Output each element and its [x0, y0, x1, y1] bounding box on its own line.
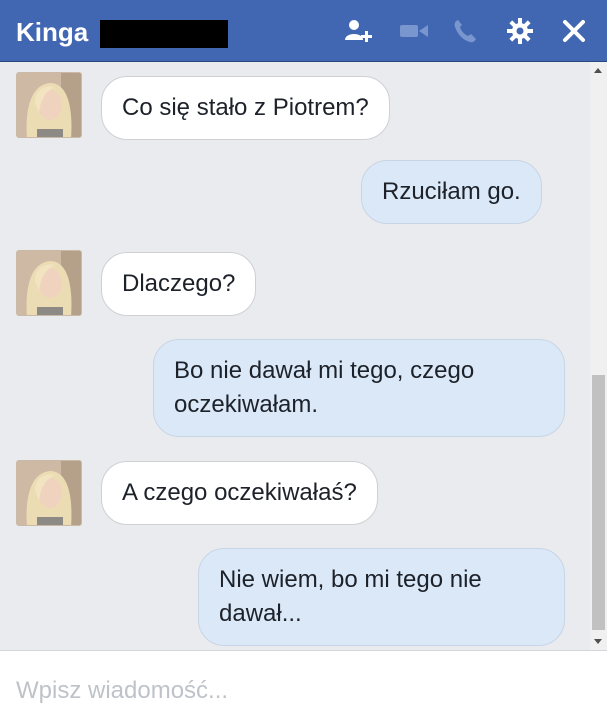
contact-avatar[interactable]: [16, 460, 82, 526]
message-thread[interactable]: Co się stało z Piotrem? Rzuciłam go. Dla…: [0, 62, 590, 650]
gear-icon[interactable]: [504, 16, 536, 46]
contact-name[interactable]: Kinga: [16, 17, 88, 47]
scroll-down-icon[interactable]: [594, 639, 602, 644]
video-call-icon[interactable]: [398, 16, 430, 46]
outgoing-message: Nie wiem, bo mi tego nie dawał...: [198, 548, 565, 646]
outgoing-message: Rzuciłam go.: [361, 160, 542, 224]
scroll-up-icon[interactable]: [594, 68, 602, 73]
contact-avatar[interactable]: [16, 72, 82, 138]
scroll-thumb[interactable]: [592, 375, 605, 630]
message-input[interactable]: [16, 673, 576, 709]
incoming-message: Co się stało z Piotrem?: [101, 76, 390, 140]
chat-header: Kinga: [0, 0, 607, 62]
close-icon[interactable]: [558, 16, 590, 46]
phone-icon[interactable]: [449, 16, 481, 46]
composer-bar: [0, 650, 607, 718]
outgoing-message: Bo nie dawał mi tego, czego oczekiwałam.: [153, 339, 565, 437]
add-person-icon[interactable]: [344, 16, 376, 46]
incoming-message: Dlaczego?: [101, 252, 257, 316]
scrollbar[interactable]: [590, 62, 607, 650]
redacted-surname: [100, 20, 228, 48]
contact-avatar[interactable]: [16, 250, 82, 316]
incoming-message: A czego oczekiwałaś?: [101, 461, 378, 525]
